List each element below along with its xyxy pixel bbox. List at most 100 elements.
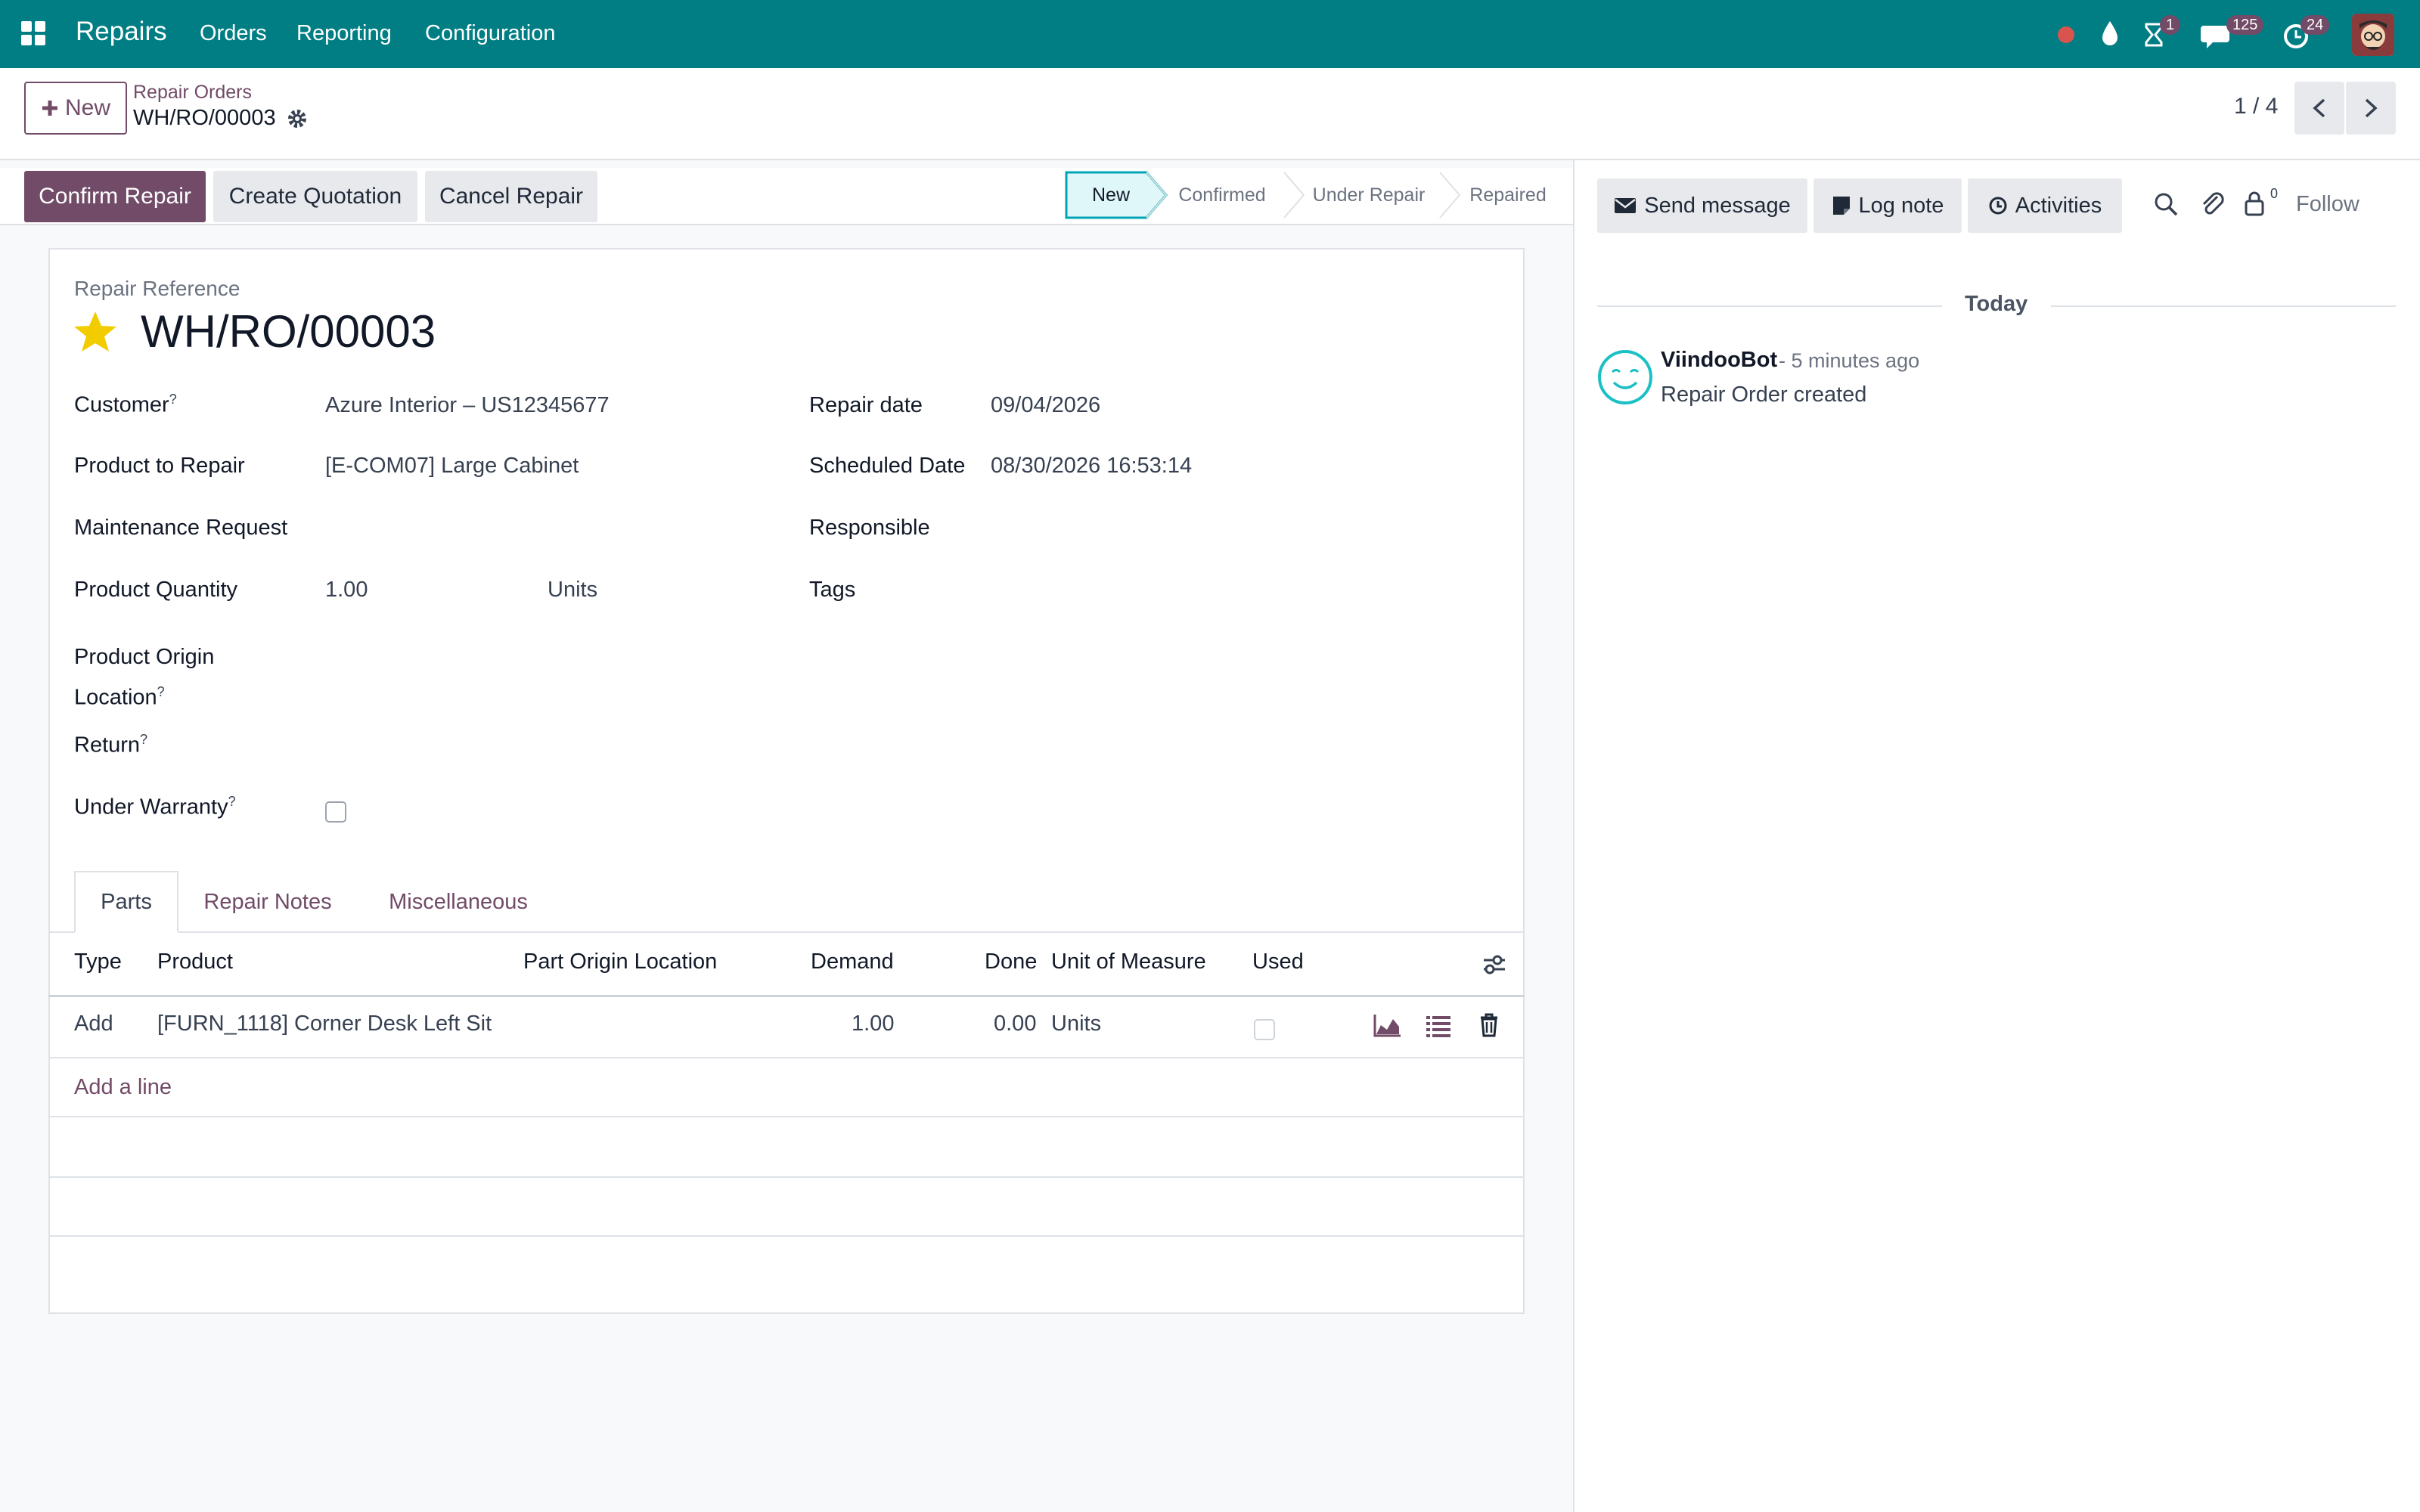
- timesheet-badge: 24: [2301, 15, 2330, 35]
- row-product[interactable]: [FURN_1118] Corner Desk Left Sit: [157, 1012, 492, 1036]
- product-to-repair-field[interactable]: [E-COM07] Large Cabinet: [325, 454, 579, 479]
- follow-button[interactable]: Follow: [2296, 192, 2360, 217]
- optional-columns-sliders-icon[interactable]: [1481, 951, 1508, 978]
- row-done[interactable]: 0.00: [994, 1012, 1036, 1036]
- product-origin-location-field[interactable]: [325, 640, 749, 667]
- app-name[interactable]: Repairs: [76, 17, 167, 47]
- paperclip-icon[interactable]: [2199, 189, 2226, 218]
- customer-field[interactable]: Azure Interior – US12345677: [325, 393, 610, 418]
- row-divider: [48, 1057, 1525, 1058]
- activities-button[interactable]: Activities: [1968, 178, 2122, 233]
- user-avatar[interactable]: [2352, 14, 2394, 56]
- confirm-repair-button[interactable]: Confirm Repair: [24, 171, 206, 222]
- product-origin-location-label: Product Origin Location?: [74, 645, 215, 710]
- send-message-button[interactable]: Send message: [1597, 178, 1807, 233]
- top-navbar: Repairs Orders Reporting Configuration 1…: [0, 0, 2420, 68]
- breadcrumb-current: WH/RO/00003: [133, 106, 276, 130]
- app-grid-icon[interactable]: [21, 21, 47, 47]
- detailed-operations-list-icon[interactable]: [1425, 1013, 1452, 1039]
- product-quantity-field[interactable]: 1.00: [325, 578, 368, 603]
- star-icon[interactable]: [73, 310, 118, 354]
- drop-icon[interactable]: [2096, 15, 2124, 53]
- activity-badge: 1: [2160, 15, 2181, 35]
- note-icon: [1832, 197, 1850, 215]
- tags-field[interactable]: [991, 578, 1475, 605]
- product-uom-field[interactable]: Units: [548, 578, 597, 603]
- tab-repair-notes[interactable]: Repair Notes: [189, 871, 346, 933]
- under-warranty-checkbox[interactable]: [325, 801, 346, 823]
- chevron-right-icon: [2365, 98, 2378, 118]
- log-note-button[interactable]: Log note: [1813, 178, 1962, 233]
- message-body: Repair Order created: [1661, 383, 1867, 407]
- gear-icon[interactable]: [286, 107, 309, 130]
- responsible-field[interactable]: [991, 516, 1475, 543]
- column-used[interactable]: Used: [1252, 950, 1304, 974]
- timesheet-clock-icon[interactable]: 24: [2281, 15, 2338, 53]
- stage-under-repair[interactable]: Under Repair: [1293, 171, 1444, 219]
- column-unit-of-measure[interactable]: Unit of Measure: [1051, 950, 1206, 974]
- customer-label: Customer?: [74, 392, 177, 417]
- product-to-repair-label: Product to Repair: [74, 454, 245, 478]
- stage-repaired[interactable]: Repaired: [1447, 171, 1568, 219]
- record-icon[interactable]: [2054, 15, 2078, 53]
- followers-count: 0: [2270, 186, 2279, 201]
- clock-icon: [1989, 197, 2007, 215]
- stage-confirmed[interactable]: Confirmed: [1162, 171, 1283, 219]
- tags-label: Tags: [809, 578, 856, 602]
- plus-icon: [42, 101, 57, 116]
- messages-icon[interactable]: 125: [2201, 15, 2264, 53]
- tab-parts[interactable]: Parts: [74, 871, 178, 933]
- column-type[interactable]: Type: [74, 950, 122, 974]
- row-divider: [48, 1235, 1525, 1237]
- scheduled-date-label: Scheduled Date: [809, 454, 966, 478]
- pager-previous-button[interactable]: [2294, 82, 2344, 135]
- column-done[interactable]: Done: [985, 950, 1037, 974]
- row-type[interactable]: Add: [74, 1012, 113, 1036]
- repair-reference[interactable]: WH/RO/00003: [141, 305, 436, 358]
- column-product[interactable]: Product: [157, 950, 233, 974]
- column-part-origin-location[interactable]: Part Origin Location: [523, 950, 717, 974]
- maintenance-request-field[interactable]: [325, 516, 749, 543]
- row-used-checkbox[interactable]: [1254, 1019, 1275, 1040]
- pager-value[interactable]: 1 / 4: [2234, 94, 2278, 119]
- column-demand[interactable]: Demand: [811, 950, 894, 974]
- pager-next-button[interactable]: [2346, 82, 2396, 135]
- new-button-label: New: [64, 95, 110, 120]
- stage-new[interactable]: New: [1066, 171, 1156, 219]
- tab-miscellaneous[interactable]: Miscellaneous: [368, 871, 549, 933]
- table-header-border: [48, 995, 1525, 997]
- cancel-repair-button[interactable]: Cancel Repair: [425, 171, 597, 222]
- scheduled-date-field[interactable]: 08/30/2026 16:53:14: [991, 454, 1192, 479]
- message-author[interactable]: ViindooBot: [1661, 348, 1777, 373]
- row-demand[interactable]: 1.00: [852, 1012, 894, 1036]
- maintenance-request-label: Maintenance Request: [74, 516, 288, 540]
- row-divider: [48, 1116, 1525, 1117]
- bot-avatar[interactable]: [1597, 349, 1653, 405]
- return-field[interactable]: [325, 732, 749, 759]
- breadcrumb-parent[interactable]: Repair Orders: [133, 82, 252, 104]
- messages-badge: 125: [2226, 15, 2264, 35]
- send-message-label: Send message: [1644, 193, 1791, 218]
- envelope-icon: [1615, 198, 1637, 213]
- menu-configuration[interactable]: Configuration: [425, 21, 556, 46]
- message-time: - 5 minutes ago: [1779, 349, 1920, 372]
- add-a-line-link[interactable]: Add a line: [74, 1075, 172, 1100]
- row-uom[interactable]: Units: [1051, 1012, 1101, 1036]
- menu-reporting[interactable]: Reporting: [296, 21, 392, 46]
- activity-hourglass-icon[interactable]: 1: [2140, 15, 2186, 53]
- search-icon[interactable]: [2152, 191, 2180, 218]
- under-warranty-label: Under Warranty?: [74, 794, 236, 820]
- repair-date-field[interactable]: 09/04/2026: [991, 393, 1100, 418]
- date-separator-line: [2051, 305, 2396, 307]
- product-quantity-label: Product Quantity: [74, 578, 237, 602]
- new-button[interactable]: New: [24, 82, 127, 135]
- return-label: Return?: [74, 732, 148, 758]
- followers-lock-icon[interactable]: 0: [2243, 186, 2278, 219]
- activities-label: Activities: [2015, 193, 2102, 218]
- forecast-chart-icon[interactable]: [1372, 1012, 1402, 1039]
- create-quotation-button[interactable]: Create Quotation: [213, 171, 417, 222]
- form-sheet: [48, 248, 1525, 1314]
- delete-trash-icon[interactable]: [1478, 1012, 1500, 1039]
- reference-label: Repair Reference: [74, 277, 240, 300]
- menu-orders[interactable]: Orders: [200, 21, 267, 46]
